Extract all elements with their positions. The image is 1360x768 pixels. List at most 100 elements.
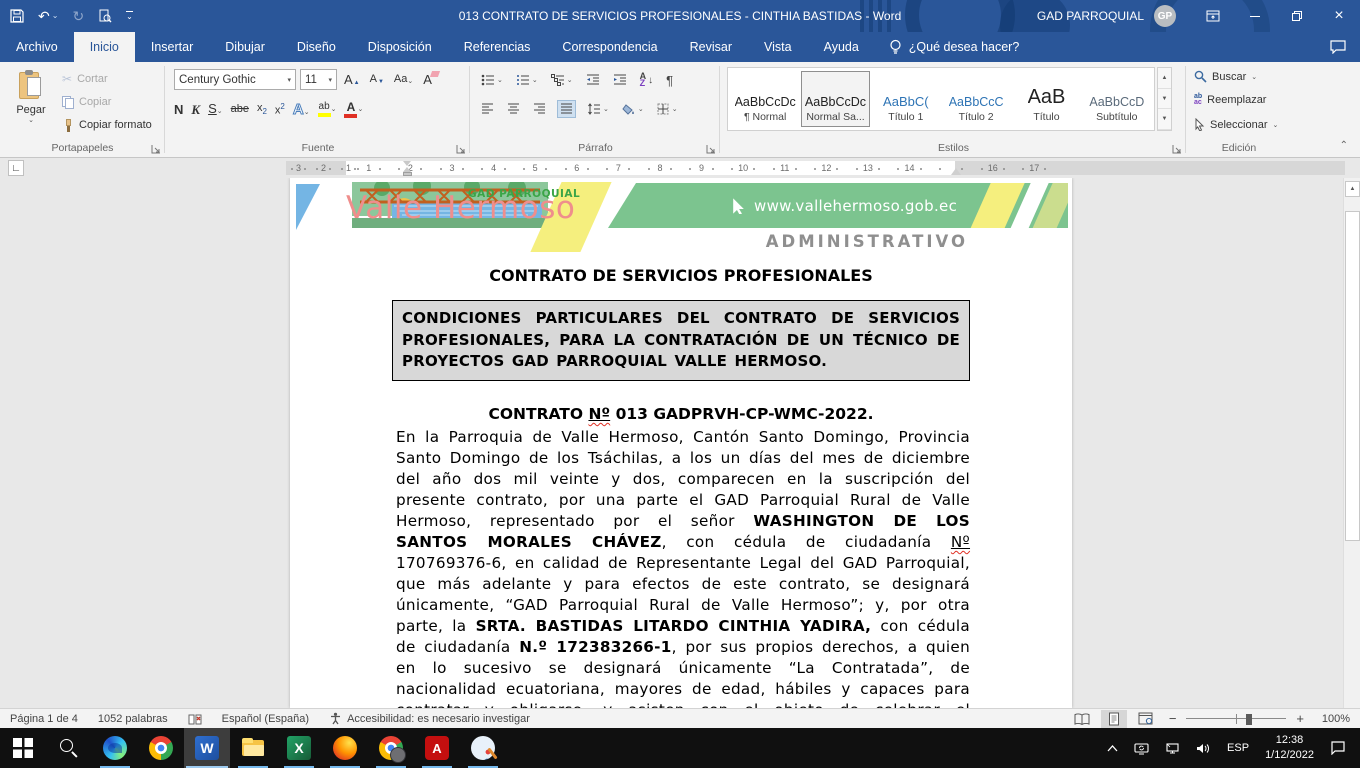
font-dialog-launcher[interactable] [456, 144, 466, 154]
subscript-button[interactable]: x2 [257, 102, 267, 116]
format-painter-button[interactable]: Copiar formato [62, 114, 152, 136]
ribbon-tab[interactable]: Ayuda [808, 32, 875, 62]
account-name[interactable]: GAD PARROQUIAL [1037, 9, 1144, 23]
taskbar-app[interactable]: A [414, 728, 460, 768]
superscript-button[interactable]: x2 [275, 102, 285, 117]
line-spacing-button[interactable]: ⌄ [585, 101, 611, 117]
taskbar-app[interactable] [138, 728, 184, 768]
font-name-dropdown-arrow[interactable]: ▾ [287, 76, 291, 84]
align-left-button[interactable] [479, 101, 496, 117]
styles-gallery-more[interactable]: ▼ [1158, 109, 1171, 130]
find-dropdown-arrow[interactable]: ⌄ [1251, 73, 1257, 81]
accessibility-status[interactable]: Accesibilidad: es necesario investigar [319, 712, 540, 725]
font-name-combobox[interactable]: Century Gothic▾ [174, 69, 296, 90]
style-card[interactable]: AaBbC( Título 1 [872, 71, 940, 127]
bold-button[interactable]: N [174, 103, 183, 116]
ribbon-tab[interactable]: Dibujar [209, 32, 281, 62]
vertical-scrollbar[interactable]: ▲ [1343, 178, 1360, 708]
feedback-comment-icon[interactable] [1330, 40, 1346, 54]
horizontal-ruler[interactable]: 321 12345678910111213141617 [286, 161, 1345, 175]
taskbar-app[interactable]: X [276, 728, 322, 768]
style-card[interactable]: AaB Título [1012, 71, 1080, 127]
indent-marker-right[interactable] [951, 168, 961, 175]
justify-button[interactable] [557, 100, 576, 118]
account-avatar[interactable]: GP [1154, 5, 1176, 27]
ribbon-tab[interactable]: Inicio [74, 32, 135, 62]
tab-stop-selector[interactable]: ∟ [8, 160, 24, 176]
tell-me-search[interactable]: ¿Qué desea hacer? [875, 32, 1034, 62]
borders-button[interactable]: ⌄ [655, 101, 680, 117]
zoom-out-button[interactable]: − [1165, 711, 1181, 726]
ribbon-tab[interactable]: Insertar [135, 32, 209, 62]
shading-button[interactable]: ⌄ [620, 101, 646, 117]
align-center-button[interactable] [505, 101, 522, 117]
undo-dropdown-arrow[interactable]: ⌄ [52, 12, 59, 20]
taskbar-app[interactable] [92, 728, 138, 768]
select-button[interactable]: Seleccionar⌄ [1194, 118, 1278, 131]
style-card[interactable]: AaBbCcDc ¶ Normal [731, 71, 799, 127]
tray-expand-chevron[interactable] [1101, 728, 1124, 768]
highlight-button[interactable]: ab⌄ [318, 102, 337, 117]
web-layout-button[interactable] [1133, 710, 1159, 728]
font-color-dropdown-arrow[interactable]: ⌄ [357, 105, 363, 113]
language-indicator[interactable]: ESP [1221, 728, 1255, 768]
show-paragraph-marks-button[interactable]: ¶ [664, 71, 675, 90]
replace-button[interactable]: abac Reemplazar [1194, 94, 1266, 107]
collapse-ribbon-button[interactable]: ⌃ [1340, 140, 1348, 151]
styles-scroll-down[interactable]: ▼ [1158, 89, 1171, 110]
start-button[interactable] [0, 728, 46, 768]
ribbon-tab[interactable]: Referencias [448, 32, 547, 62]
proofing-status[interactable] [178, 713, 212, 725]
document-page[interactable]: www.vallehermoso.gob.ec Valle HermosoGAD… [290, 178, 1072, 708]
bullet-list-button[interactable]: ⌄ [479, 72, 505, 88]
restore-button[interactable] [1276, 0, 1318, 32]
highlight-dropdown-arrow[interactable]: ⌄ [331, 105, 337, 113]
read-mode-button[interactable] [1069, 710, 1095, 728]
zoom-level[interactable]: 100% [1314, 713, 1350, 725]
paste-button[interactable]: Pegar ⌄ [8, 68, 54, 140]
find-button[interactable]: Buscar⌄ [1194, 70, 1257, 83]
display-sync-icon[interactable] [1128, 728, 1155, 768]
customize-qat-button[interactable]: ⌄ [126, 11, 133, 21]
change-case-button[interactable]: Aa⌄ [391, 72, 416, 87]
ribbon-display-options-button[interactable] [1192, 0, 1234, 32]
close-button[interactable]: × [1318, 0, 1360, 32]
style-card[interactable]: AaBbCcD Subtítulo [1083, 71, 1151, 127]
underline-button[interactable]: S⌄ [208, 102, 223, 116]
strikethrough-button[interactable]: abe [231, 104, 249, 115]
font-size-combobox[interactable]: 11▾ [300, 69, 337, 90]
font-color-button[interactable]: A⌄ [344, 101, 363, 118]
text-effects-dropdown-arrow[interactable]: ⌄ [304, 109, 310, 116]
taskbar-app[interactable]: W [184, 728, 230, 768]
clock[interactable]: 12:38 1/12/2022 [1259, 728, 1320, 768]
ribbon-tab[interactable]: Correspondencia [546, 32, 673, 62]
language-indicator[interactable]: Español (España) [212, 713, 319, 725]
network-icon[interactable] [1159, 728, 1186, 768]
taskbar-app[interactable] [230, 728, 276, 768]
volume-icon[interactable] [1190, 728, 1217, 768]
zoom-slider-handle[interactable] [1246, 714, 1252, 725]
ribbon-tab[interactable]: Diseño [281, 32, 352, 62]
undo-button[interactable]: ↶⌄ [38, 9, 58, 23]
ribbon-tab[interactable]: Archivo [0, 32, 74, 62]
text-effects-button[interactable]: A⌄ [293, 101, 310, 118]
select-dropdown-arrow[interactable]: ⌄ [1272, 121, 1278, 129]
ribbon-tab[interactable]: Revisar [674, 32, 748, 62]
paragraph-dialog-launcher[interactable] [706, 144, 716, 154]
shrink-font-button[interactable]: A▼ [367, 72, 387, 87]
styles-dialog-launcher[interactable] [1172, 144, 1182, 154]
page-indicator[interactable]: Página 1 de 4 [0, 713, 88, 725]
scrollbar-thumb[interactable] [1345, 211, 1360, 541]
font-size-dropdown-arrow[interactable]: ▾ [328, 76, 332, 84]
clipboard-dialog-launcher[interactable] [151, 144, 161, 154]
print-layout-button[interactable] [1101, 710, 1127, 728]
align-right-button[interactable] [531, 101, 548, 117]
action-center-button[interactable] [1324, 728, 1352, 768]
taskbar-search-button[interactable] [46, 728, 92, 768]
scroll-up-button[interactable]: ▲ [1345, 181, 1360, 197]
underline-dropdown-arrow[interactable]: ⌄ [217, 108, 223, 115]
ribbon-tab[interactable]: Disposición [352, 32, 448, 62]
multilevel-list-button[interactable]: ⌄ [549, 72, 575, 88]
word-count[interactable]: 1052 palabras [88, 713, 178, 725]
styles-scroll-up[interactable]: ▲ [1158, 68, 1171, 89]
